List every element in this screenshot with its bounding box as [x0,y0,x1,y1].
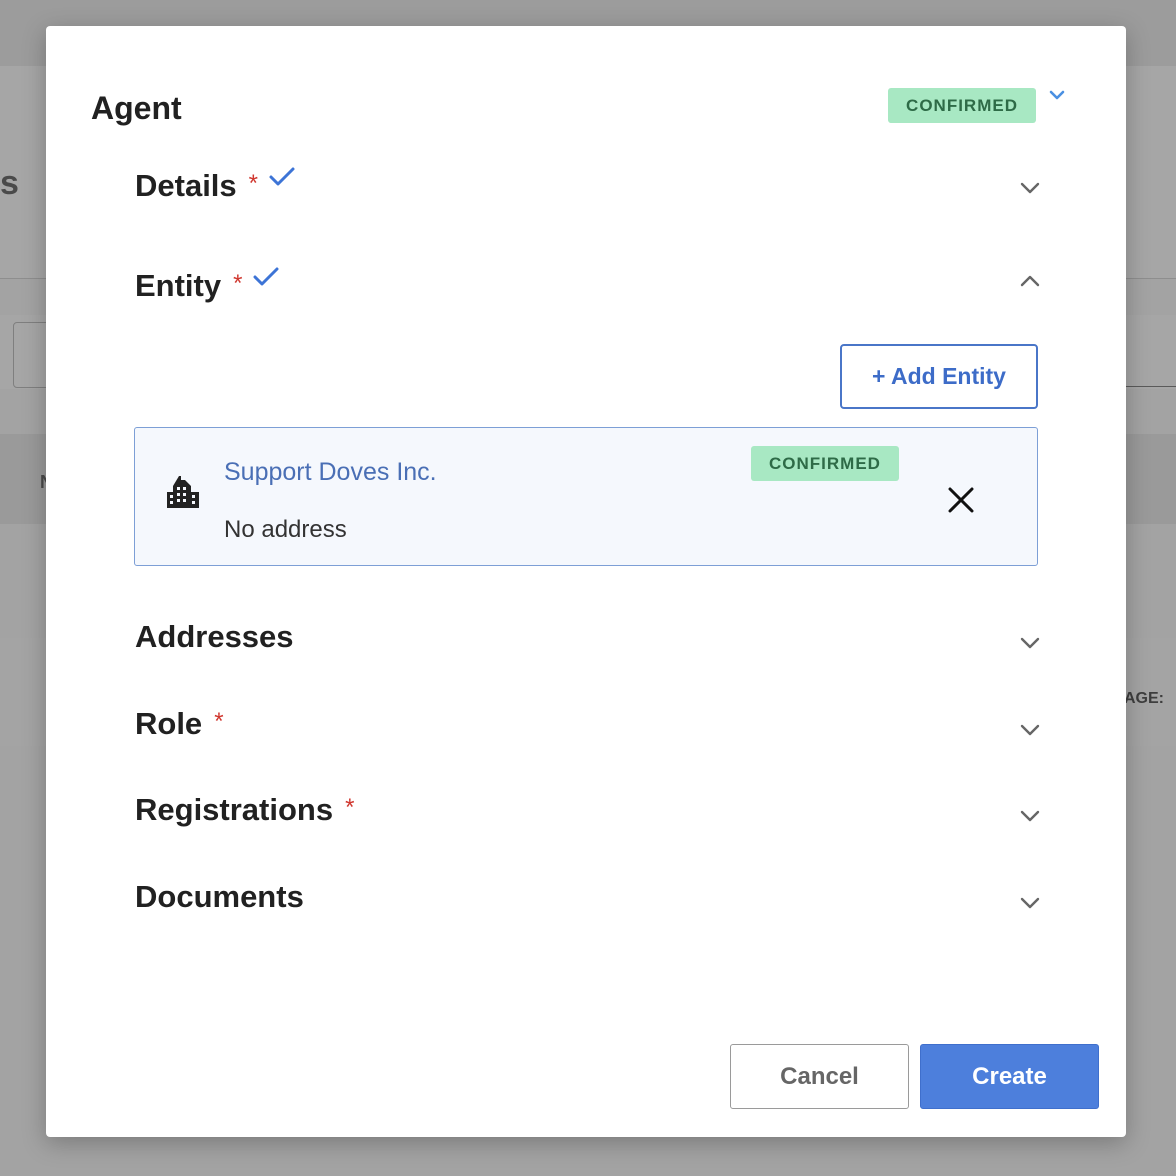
required-marker: * [345,794,355,821]
section-addresses[interactable]: Addresses [135,615,1042,659]
status-badge: CONFIRMED [888,88,1036,123]
section-registrations[interactable]: Registrations * [135,788,1042,832]
chevron-down-icon[interactable] [1018,891,1042,915]
background-label-fragment: AGE: [1124,690,1164,707]
checkmark-icon [252,266,280,288]
section-registrations-title: Registrations [135,792,334,827]
status-chevron-down-icon[interactable] [1048,86,1066,104]
background-heading-fragment: s [0,164,19,202]
agent-modal: Agent CONFIRMED Details * Entity * + Add… [46,26,1126,1137]
building-icon [165,474,201,510]
section-details-title: Details [135,168,237,203]
add-entity-button[interactable]: + Add Entity [840,344,1038,409]
cancel-button[interactable]: Cancel [730,1044,909,1109]
entity-address: No address [224,516,347,543]
required-marker: * [233,270,243,297]
chevron-down-icon[interactable] [1018,631,1042,655]
chevron-down-icon[interactable] [1018,176,1042,200]
entity-name-link[interactable]: Support Doves Inc. [224,458,437,487]
chevron-down-icon[interactable] [1018,718,1042,742]
section-entity[interactable]: Entity * [135,264,1042,308]
modal-header: Agent CONFIRMED [91,88,1066,128]
section-addresses-title: Addresses [135,619,294,654]
checkmark-icon [268,166,296,188]
create-button[interactable]: Create [920,1044,1099,1109]
section-documents[interactable]: Documents [135,875,1042,919]
section-documents-title: Documents [135,879,304,914]
required-marker: * [248,170,259,197]
entity-card[interactable]: Support Doves Inc. No address CONFIRMED [134,427,1038,566]
chevron-down-icon[interactable] [1018,804,1042,828]
section-entity-title: Entity [135,268,222,303]
header-status: CONFIRMED [888,88,1066,123]
entity-status-badge: CONFIRMED [751,446,899,481]
section-details[interactable]: Details * [135,164,1042,208]
close-icon[interactable] [945,484,977,516]
section-role-title: Role [135,706,203,741]
chevron-up-icon[interactable] [1018,269,1042,293]
required-marker: * [214,708,224,735]
section-role[interactable]: Role * [135,702,1042,746]
